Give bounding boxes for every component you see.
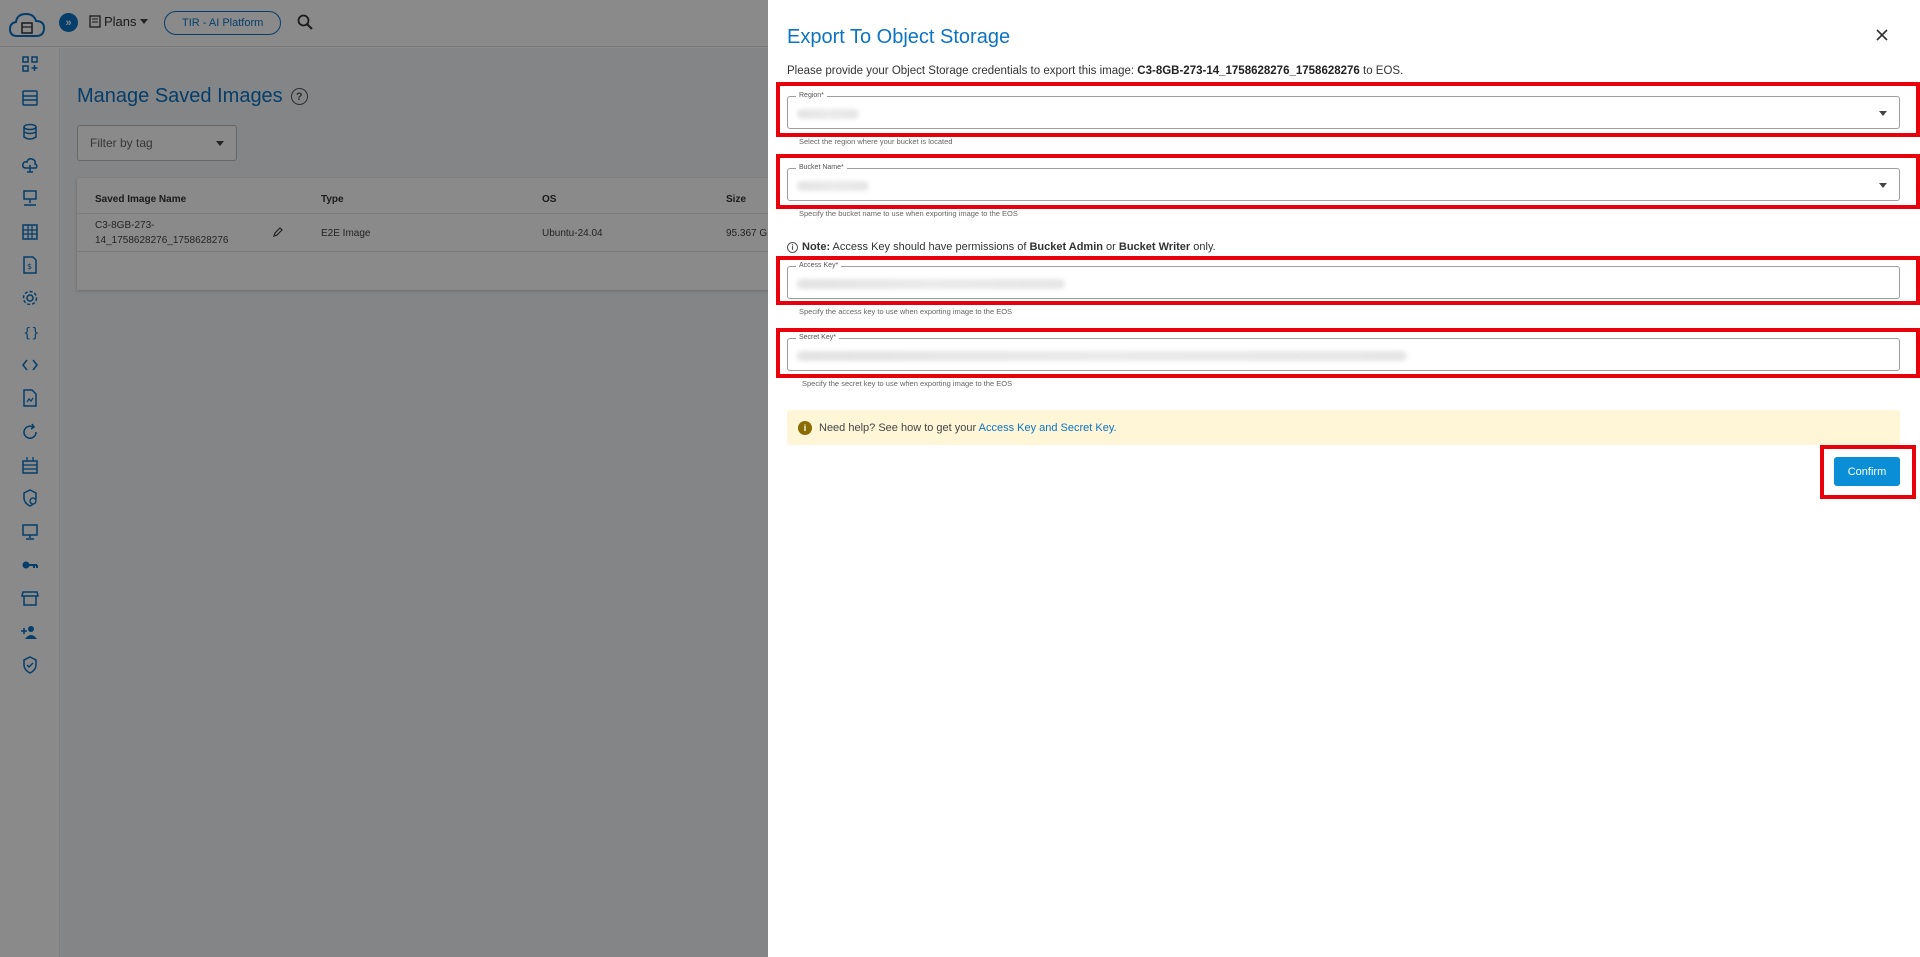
secret-key-label: Secret Key* <box>796 333 839 343</box>
export-dialog: Export To Object Storage Please provide … <box>768 0 1920 957</box>
chevron-down-icon <box>1879 111 1887 116</box>
note-role1: Bucket Admin <box>1029 241 1103 253</box>
access-key-value-blurred <box>797 279 1065 289</box>
info-icon: i <box>787 241 798 253</box>
note-text3: only. <box>1190 241 1216 253</box>
permission-note: i Note: Access Key should have permissio… <box>787 241 1216 253</box>
dialog-title: Export To Object Storage <box>787 26 1011 48</box>
access-key-help-link[interactable]: Access Key and Secret Key. <box>979 422 1117 434</box>
access-key-label: Access Key* <box>796 261 842 271</box>
region-label: Region* <box>796 91 827 101</box>
note-role2: Bucket Writer <box>1118 241 1191 253</box>
close-icon[interactable] <box>1875 28 1889 42</box>
help-text: Need help? See how to get your <box>819 421 979 434</box>
note-prefix: Note: <box>802 241 831 253</box>
dialog-description: Please provide your Object Storage crede… <box>787 65 1403 77</box>
access-key-input[interactable]: Access Key* <box>787 261 1900 299</box>
note-text2: or <box>1102 241 1119 253</box>
region-helper: Select the region where your bucket is l… <box>799 137 953 146</box>
secret-key-helper: Specify the secret key to use when expor… <box>802 379 1013 388</box>
bucket-name-select[interactable]: Bucket Name* <box>787 163 1900 201</box>
image-name: C3-8GB-273-14_1758628276_1758628276 <box>1137 65 1360 77</box>
secret-key-input[interactable]: Secret Key* <box>787 333 1900 371</box>
note-text1: Access Key should have permissions of <box>830 241 1030 253</box>
confirm-button[interactable]: Confirm <box>1834 457 1900 486</box>
bucket-label: Bucket Name* <box>796 163 847 173</box>
description-suffix: to EOS. <box>1359 65 1404 77</box>
access-key-helper: Specify the access key to use when expor… <box>799 307 1013 316</box>
bucket-helper: Specify the bucket name to use when expo… <box>799 209 1018 218</box>
region-value-blurred <box>797 109 859 119</box>
chevron-down-icon <box>1879 183 1887 188</box>
help-banner: i Need help? See how to get your Access … <box>787 410 1900 445</box>
secret-key-value-blurred <box>797 351 1407 361</box>
info-icon: i <box>798 420 812 435</box>
bucket-value-blurred <box>797 181 869 191</box>
description-prefix: Please provide your Object Storage crede… <box>787 65 1138 77</box>
region-select[interactable]: Region* <box>787 91 1900 129</box>
